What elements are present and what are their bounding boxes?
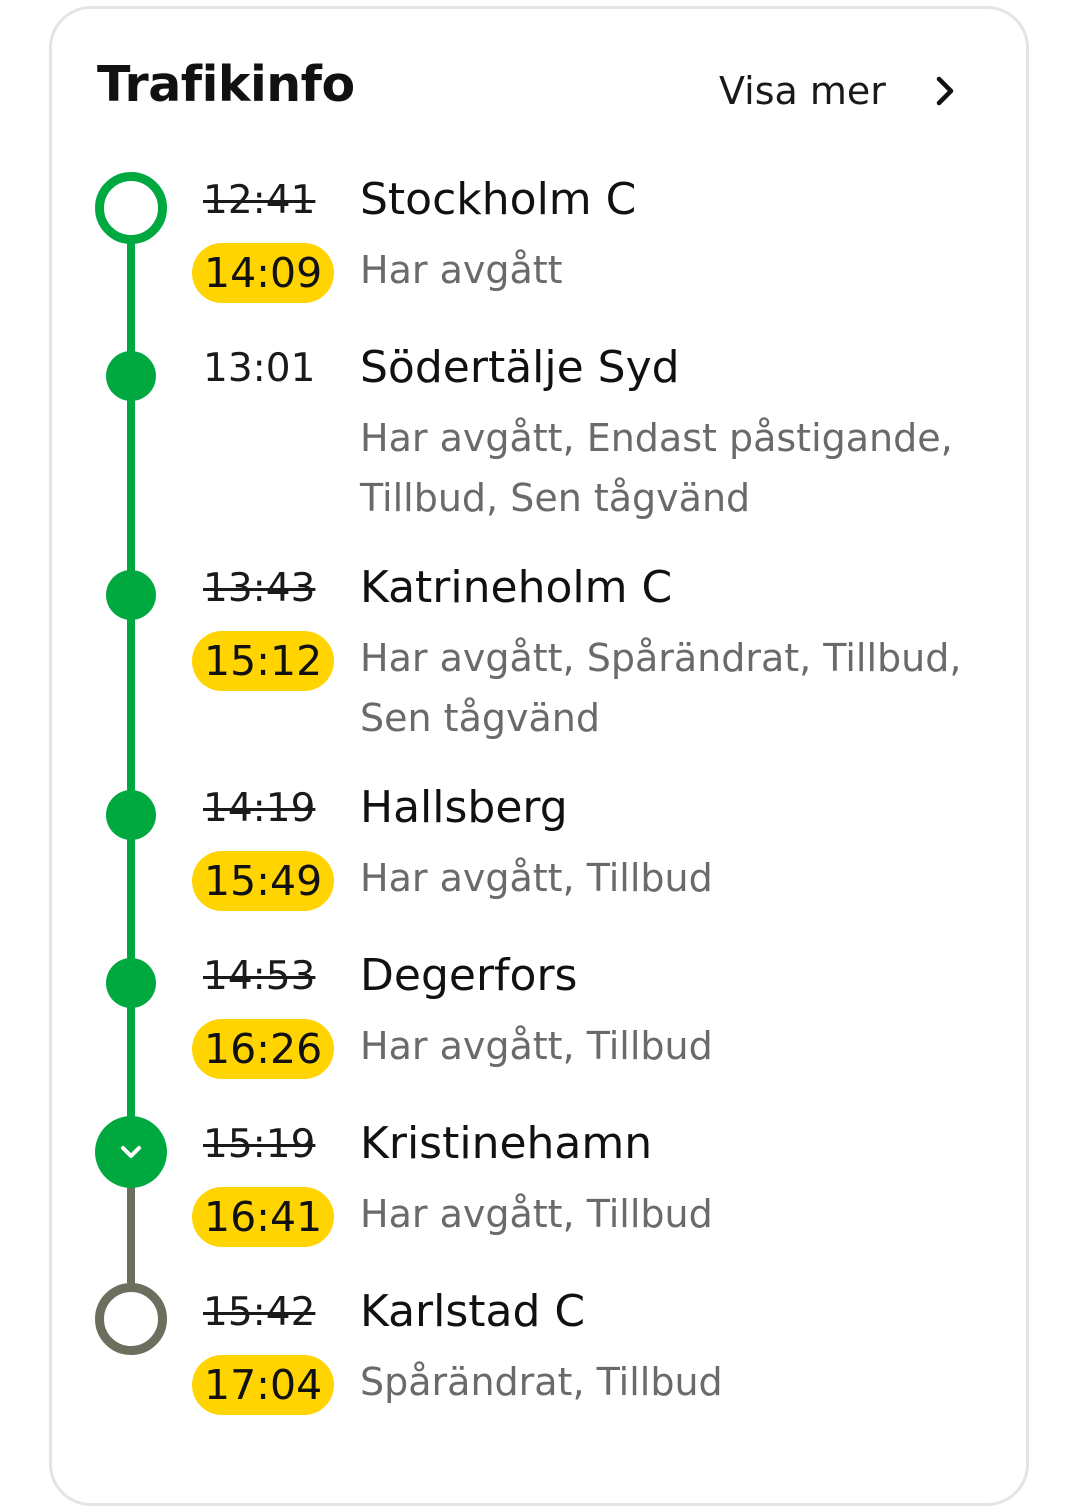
card-title: Trafikinfo bbox=[97, 56, 355, 113]
chevron-right-icon bbox=[936, 76, 954, 106]
planned-time: 15:42 bbox=[203, 1290, 316, 1335]
station-name: Kristinehamn bbox=[360, 1118, 653, 1169]
origin-node bbox=[95, 172, 167, 244]
planned-time: 14:53 bbox=[203, 954, 316, 999]
actual-time-badge: 15:12 bbox=[192, 631, 335, 691]
chevron-down-icon bbox=[121, 1146, 141, 1158]
actual-time-badge: 14:09 bbox=[192, 243, 335, 303]
actual-time-badge: 16:41 bbox=[192, 1187, 335, 1247]
station-name: Södertälje Syd bbox=[360, 342, 680, 393]
show-more-label: Visa mer bbox=[719, 69, 886, 113]
stop-status: Spårändrat, Tillbud bbox=[360, 1360, 723, 1404]
stop-node bbox=[106, 790, 156, 840]
traffic-info-card bbox=[49, 6, 1029, 1506]
stop-status: Har avgått, Tillbud bbox=[360, 1024, 713, 1068]
actual-time-badge: 16:26 bbox=[192, 1019, 335, 1079]
stop-node bbox=[106, 958, 156, 1008]
stop-status: Har avgått bbox=[360, 248, 563, 292]
station-name: Hallsberg bbox=[360, 782, 568, 833]
stop-node bbox=[106, 351, 156, 401]
show-more-link[interactable]: Visa mer bbox=[700, 58, 990, 124]
stop-status: Har avgått, Tillbud bbox=[360, 856, 713, 900]
stop-status: Har avgått, Endast påstigande, Tillbud, … bbox=[360, 416, 953, 520]
station-name: Degerfors bbox=[360, 950, 578, 1001]
station-name: Karlstad C bbox=[360, 1286, 586, 1337]
stop-status: Har avgått, Spårändrat, Tillbud, Sen tåg… bbox=[360, 636, 962, 740]
actual-time-badge: 17:04 bbox=[192, 1355, 335, 1415]
planned-time: 15:19 bbox=[203, 1122, 316, 1167]
station-name: Katrineholm C bbox=[360, 562, 673, 613]
stop-status: Har avgått, Tillbud bbox=[360, 1192, 713, 1236]
planned-time: 13:43 bbox=[203, 566, 316, 611]
actual-time-badge: 15:49 bbox=[192, 851, 335, 911]
current-position-node bbox=[95, 1116, 167, 1188]
planned-time: 14:19 bbox=[203, 786, 316, 831]
stop-node bbox=[106, 570, 156, 620]
destination-node bbox=[95, 1283, 167, 1355]
station-name: Stockholm C bbox=[360, 174, 637, 225]
planned-time: 13:01 bbox=[203, 346, 316, 391]
planned-time: 12:41 bbox=[203, 178, 316, 223]
